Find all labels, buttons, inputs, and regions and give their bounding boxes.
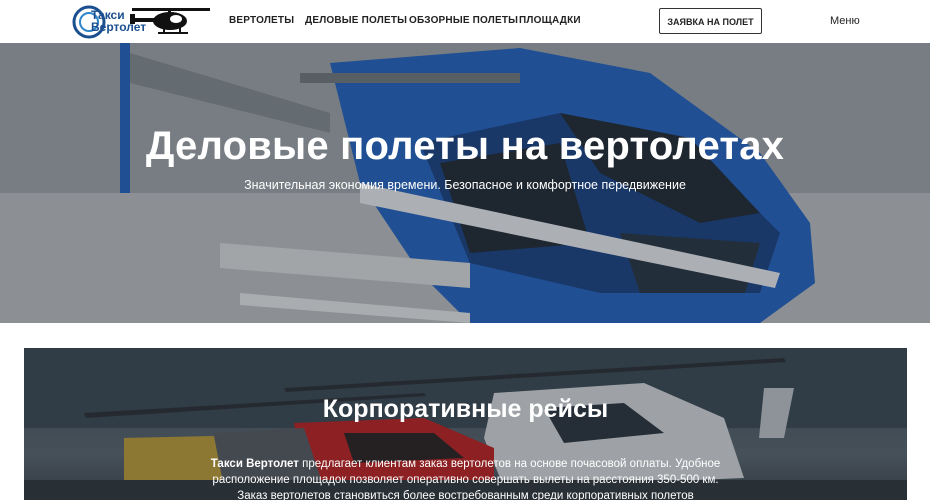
nav-sightseeing-flights[interactable]: ОБЗОРНЫЕ ПОЛЕТЫ (409, 15, 518, 26)
section-title: Корпоративные рейсы (322, 395, 609, 423)
nav-business-flights[interactable]: ДЕЛОВЫЕ ПОЛЕТЫ (305, 15, 407, 26)
section-text-line3: Заказ вертолетов становиться более востр… (237, 490, 694, 500)
company-name: Такси Вертолет (210, 458, 299, 470)
menu-button[interactable]: Меню (830, 15, 860, 27)
hero-subtitle: Значительная экономия времени. Безопасно… (244, 178, 686, 192)
nav-helipads[interactable]: ПЛОЩАДКИ (519, 15, 581, 26)
section-text: Такси Вертолет предлагает клиентам заказ… (204, 456, 727, 500)
logo-line2: Вертолет (91, 20, 147, 34)
hero-title: Деловые полеты на вертолетах (145, 124, 785, 168)
site-header: Такси Вертолет ВЕРТОЛЕТЫ ДЕЛОВЫЕ ПОЛЕТЫ … (0, 0, 930, 43)
hero-banner: Деловые полеты на вертолетах Значительна… (0, 43, 930, 323)
logo[interactable]: Такси Вертолет (72, 2, 212, 42)
logo-text: Такси Вертолет (91, 9, 146, 33)
corporate-flights-section: Корпоративные рейсы Такси Вертолет предл… (24, 348, 907, 500)
nav-helicopters[interactable]: ВЕРТОЛЕТЫ (229, 15, 294, 26)
flight-request-button[interactable]: ЗАЯВКА НА ПОЛЕТ (659, 8, 762, 34)
